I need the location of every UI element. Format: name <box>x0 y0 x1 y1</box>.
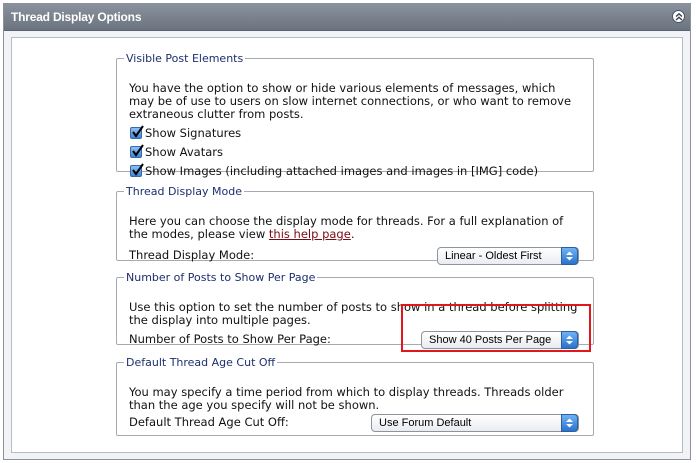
show-signatures-checkbox[interactable]: Show Signatures <box>130 125 241 141</box>
collapse-up-icon[interactable] <box>672 10 685 23</box>
select-arrows-icon[interactable] <box>561 247 578 265</box>
visible-post-elements-fieldset: Visible Post Elements You have the optio… <box>116 52 594 178</box>
show-images-checkbox[interactable]: Show Images (including attached images a… <box>130 163 538 179</box>
description-line: than the age you specify will not be sho… <box>129 398 380 412</box>
checkbox-checked-icon[interactable] <box>130 163 144 177</box>
options-content: Visible Post Elements You have the optio… <box>11 37 683 453</box>
age-cutoff-fieldset: Default Thread Age Cut Off You may speci… <box>116 356 594 436</box>
panel-titlebar: Thread Display Options <box>4 4 690 31</box>
description-line: the modes, please view this help page. <box>129 228 563 241</box>
checkbox-checked-icon[interactable] <box>130 144 144 158</box>
help-page-link[interactable]: this help page <box>269 227 351 241</box>
age-cutoff-legend: Default Thread Age Cut Off <box>126 356 276 369</box>
thread-display-mode-select[interactable]: Linear - Oldest First <box>437 247 579 265</box>
show-images-label[interactable]: Show Images (including attached images a… <box>145 164 538 178</box>
posts-per-page-legend: Number of Posts to Show Per Page <box>126 271 316 284</box>
thread-display-options-panel: Thread Display Options Visible Post Elem… <box>3 3 691 460</box>
description-suffix: . <box>350 227 355 241</box>
thread-display-mode-value: Linear - Oldest First <box>445 250 542 262</box>
age-cutoff-select[interactable]: Use Forum Default <box>371 414 579 432</box>
visible-post-elements-legend: Visible Post Elements <box>126 52 244 65</box>
thread-display-mode-fieldset: Thread Display Mode Here you can choose … <box>116 185 594 265</box>
thread-display-mode-label: Thread Display Mode: <box>129 248 255 262</box>
show-signatures-label[interactable]: Show Signatures <box>145 126 241 140</box>
visible-post-elements-description: You have the option to show or hide vari… <box>129 82 571 121</box>
age-cutoff-description: You may specify a time period from which… <box>129 386 563 412</box>
show-avatars-checkbox[interactable]: Show Avatars <box>130 144 223 160</box>
description-prefix: the modes, please view <box>129 227 269 241</box>
select-arrows-icon[interactable] <box>561 414 578 432</box>
panel-title: Thread Display Options <box>11 10 142 24</box>
show-avatars-label[interactable]: Show Avatars <box>145 145 223 159</box>
checkbox-checked-icon[interactable] <box>130 125 144 139</box>
age-cutoff-label: Default Thread Age Cut Off: <box>129 415 289 429</box>
highlight-box <box>401 304 591 352</box>
thread-display-mode-description: Here you can choose the display mode for… <box>129 215 563 241</box>
posts-per-page-label: Number of Posts to Show Per Page: <box>129 332 331 346</box>
thread-display-mode-legend: Thread Display Mode <box>126 185 242 198</box>
description-line: extraneous clutter from posts. <box>129 107 304 121</box>
age-cutoff-value: Use Forum Default <box>379 417 472 429</box>
